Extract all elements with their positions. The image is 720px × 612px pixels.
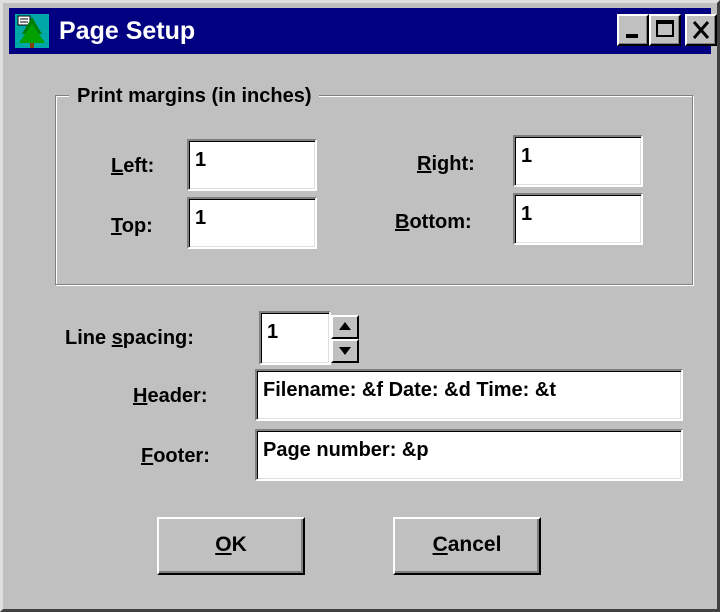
- title-bar[interactable]: Page Setup: [9, 8, 717, 54]
- line-spacing-up-button[interactable]: [331, 315, 359, 339]
- right-margin-label: Right:: [417, 153, 475, 175]
- spin-up-arrow-icon: [339, 322, 351, 330]
- maximize-icon: [656, 20, 674, 37]
- left-margin-label: Left:: [111, 155, 155, 177]
- footer-input[interactable]: Page number: &p: [255, 429, 683, 481]
- line-spacing-label: Line spacing:: [65, 327, 194, 349]
- left-margin-input[interactable]: 1: [187, 139, 317, 191]
- close-icon: [692, 21, 710, 39]
- right-margin-input[interactable]: 1: [513, 135, 643, 187]
- window-title: Page Setup: [59, 17, 196, 45]
- cancel-button[interactable]: Cancel: [393, 517, 541, 575]
- top-margin-label: Top:: [111, 215, 153, 237]
- maximize-button[interactable]: [649, 14, 681, 46]
- notepad-tree-icon[interactable]: [15, 14, 49, 48]
- bottom-margin-label: Bottom:: [395, 211, 472, 233]
- minimize-button[interactable]: [617, 14, 649, 46]
- header-input[interactable]: Filename: &f Date: &d Time: &t: [255, 369, 683, 421]
- line-spacing-input[interactable]: 1: [259, 311, 331, 365]
- header-label: Header:: [133, 385, 208, 407]
- print-margins-title: Print margins (in inches): [69, 83, 320, 109]
- top-margin-input[interactable]: 1: [187, 197, 317, 249]
- ok-button[interactable]: OK: [157, 517, 305, 575]
- spin-down-arrow-icon: [339, 347, 351, 355]
- line-spacing-down-button[interactable]: [331, 339, 359, 363]
- print-margins-group: [55, 95, 693, 285]
- bottom-margin-input[interactable]: 1: [513, 193, 643, 245]
- footer-label: Footer:: [141, 445, 210, 467]
- minimize-icon: [626, 34, 638, 38]
- close-button[interactable]: [685, 14, 717, 46]
- page-setup-dialog: Page Setup Print margins (in inches) Lef…: [0, 0, 720, 612]
